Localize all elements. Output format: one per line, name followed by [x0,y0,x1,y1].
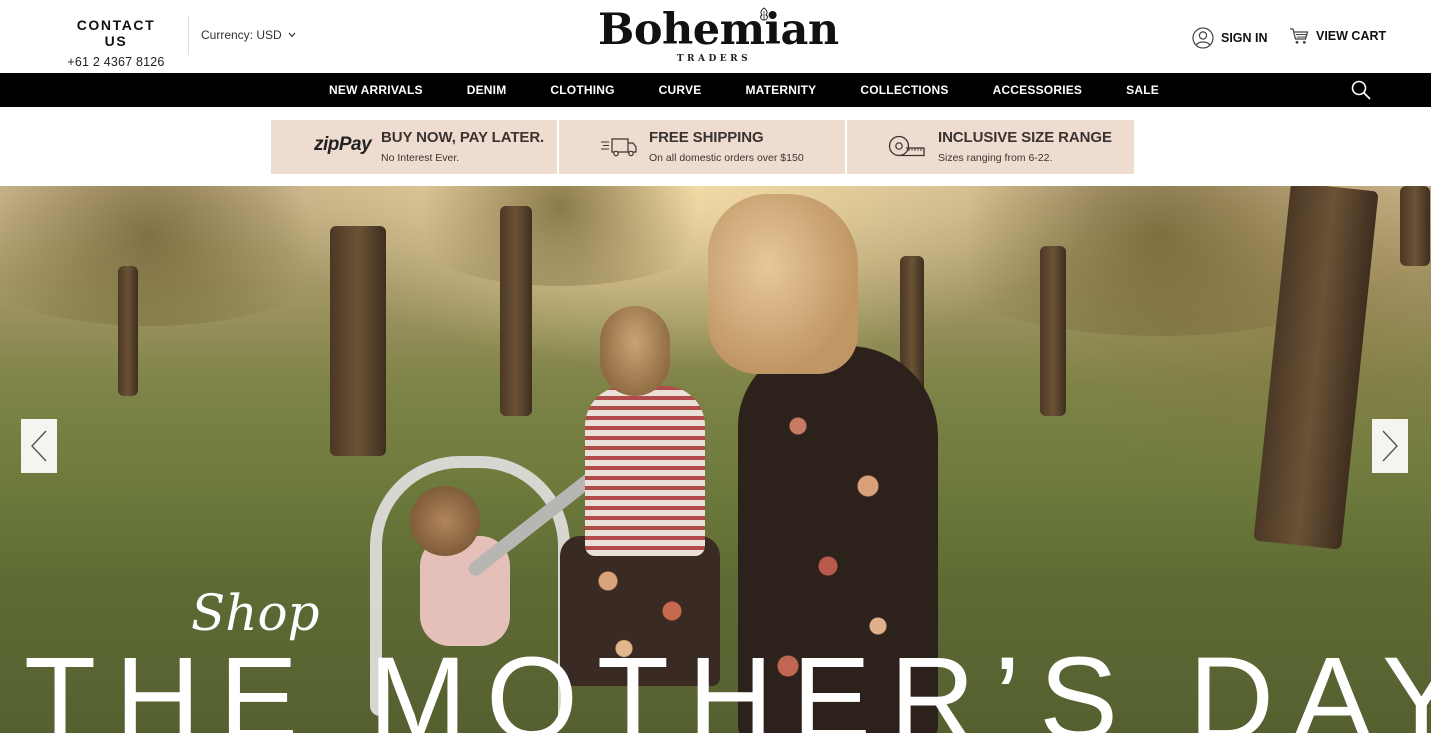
hero-title: THE MOTHER’S DAY EDIT [24,633,1431,733]
user-icon [1192,27,1214,49]
search-icon[interactable] [1350,79,1372,101]
promo-title: FREE SHIPPING [649,129,764,146]
promo-size-range[interactable]: INCLUSIVE SIZE RANGE Sizes ranging from … [847,120,1134,174]
nav-item-maternity[interactable]: MATERNITY [723,73,838,107]
promo-subtitle: No Interest Ever. [381,152,460,164]
nav-item-collections[interactable]: COLLECTIONS [838,73,970,107]
chevron-left-icon [31,430,47,462]
contact-title[interactable]: CONTACT US [66,17,166,49]
site-logo[interactable]: Bohemian TRADERS [598,5,839,66]
chevron-down-icon [288,32,296,38]
nav-item-clothing[interactable]: CLOTHING [528,73,636,107]
site-header: CONTACT US +61 2 4367 8126 Currency: USD… [0,0,1431,73]
nav-item-accessories[interactable]: ACCESSORIES [971,73,1105,107]
view-cart-label: VIEW CART [1316,29,1387,43]
chevron-right-icon [1382,430,1398,462]
contact-block[interactable]: CONTACT US +61 2 4367 8126 [66,17,166,69]
sign-in-link[interactable]: SIGN IN [1192,27,1268,49]
promo-subtitle: On all domestic orders over $150 [649,152,804,164]
promo-title: INCLUSIVE SIZE RANGE [938,129,1112,146]
currency-label: Currency: USD [201,28,282,42]
main-navigation: NEW ARRIVALS DENIM CLOTHING CURVE MATERN… [0,73,1431,107]
carousel-next-button[interactable] [1372,419,1408,473]
logo-subtitle: TRADERS [676,54,752,64]
promo-bar: zipPay BUY NOW, PAY LATER. No Interest E… [271,120,1134,174]
sign-in-label: SIGN IN [1221,31,1268,45]
promo-subtitle: Sizes ranging from 6-22. [938,152,1053,164]
carousel-prev-button[interactable] [21,419,57,473]
nav-item-denim[interactable]: DENIM [445,73,529,107]
nav-items: NEW ARRIVALS DENIM CLOTHING CURVE MATERN… [307,73,1181,107]
nav-item-new-arrivals[interactable]: NEW ARRIVALS [307,73,445,107]
view-cart-link[interactable]: VIEW CART [1289,27,1386,45]
contact-phone[interactable]: +61 2 4367 8126 [66,55,166,69]
hero-banner[interactable]: Shop THE MOTHER’S DAY EDIT [0,186,1431,733]
nav-item-sale[interactable]: SALE [1104,73,1181,107]
promo-title: BUY NOW, PAY LATER. [381,129,545,146]
crest-icon [760,7,768,21]
logo-wordmark: Bohemian [598,5,839,55]
header-divider [188,16,189,55]
measuring-tape-icon [888,135,925,157]
promo-shipping[interactable]: FREE SHIPPING On all domestic orders ove… [559,120,845,174]
cart-icon [1290,28,1309,44]
currency-selector[interactable]: Currency: USD [201,28,296,42]
truck-icon [601,138,637,157]
zippay-logo: zipPay [314,134,372,155]
promo-zippay[interactable]: zipPay BUY NOW, PAY LATER. No Interest E… [271,120,557,174]
nav-item-curve[interactable]: CURVE [637,73,724,107]
